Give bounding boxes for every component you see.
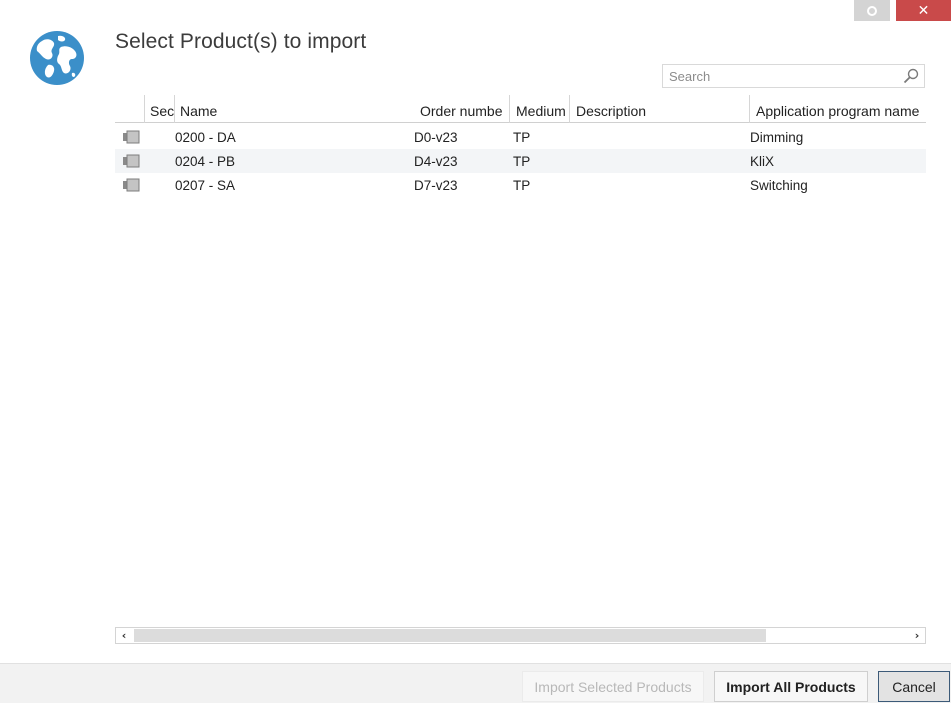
restore-button[interactable] [854, 0, 890, 21]
order-number: D4-v23 [414, 154, 458, 169]
dialog-footer: Import Selected Products Import All Prod… [0, 663, 951, 703]
search-icon[interactable] [903, 68, 919, 84]
restore-icon [867, 5, 877, 16]
close-icon: ✕ [917, 2, 930, 19]
column-separator[interactable] [749, 95, 750, 123]
cancel-button[interactable]: Cancel [878, 671, 950, 702]
scroll-right-arrow-icon[interactable]: › [909, 628, 925, 643]
product-icon [123, 178, 140, 192]
scrollbar-thumb[interactable] [134, 629, 766, 642]
column-header-sec[interactable]: Sec [145, 95, 174, 123]
grid-header: Sec Name Order numbe Medium Description … [115, 95, 926, 123]
table-row[interactable]: 0204 - PB D4-v23 TP KliX [115, 149, 926, 173]
order-number: D0-v23 [414, 130, 458, 145]
column-header-order-number[interactable]: Order numbe [415, 95, 509, 123]
product-icon [123, 130, 140, 144]
table-row[interactable]: 0207 - SA D7-v23 TP Switching [115, 173, 926, 197]
close-button[interactable]: ✕ [896, 0, 951, 21]
medium: TP [513, 178, 531, 193]
application-program: Switching [750, 178, 808, 193]
medium: TP [513, 130, 531, 145]
product-name: 0204 - PB [175, 154, 236, 169]
dialog-title: Select Product(s) to import [115, 30, 367, 53]
horizontal-scrollbar[interactable]: ‹ › [115, 627, 926, 644]
globe-icon [30, 31, 84, 85]
product-name: 0207 - SA [175, 178, 236, 193]
order-number: D7-v23 [414, 178, 458, 193]
column-header-description[interactable]: Description [571, 95, 749, 123]
application-program: Dimming [750, 130, 804, 145]
table-row[interactable]: 0200 - DA D0-v23 TP Dimming [115, 125, 926, 149]
import-all-button[interactable]: Import All Products [714, 671, 868, 702]
import-selected-button[interactable]: Import Selected Products [522, 671, 704, 702]
column-header-application-program[interactable]: Application program name [751, 95, 926, 123]
column-header-name[interactable]: Name [175, 95, 415, 123]
application-program: KliX [750, 154, 775, 169]
column-separator[interactable] [509, 95, 510, 123]
column-separator[interactable] [569, 95, 570, 123]
product-grid: Sec Name Order numbe Medium Description … [115, 95, 926, 627]
product-icon [123, 154, 140, 168]
search-box [662, 64, 925, 88]
medium: TP [513, 154, 531, 169]
column-header-medium[interactable]: Medium [511, 95, 569, 123]
scroll-left-arrow-icon[interactable]: ‹ [116, 628, 132, 643]
product-name: 0200 - DA [175, 130, 236, 145]
search-input[interactable] [663, 65, 910, 87]
